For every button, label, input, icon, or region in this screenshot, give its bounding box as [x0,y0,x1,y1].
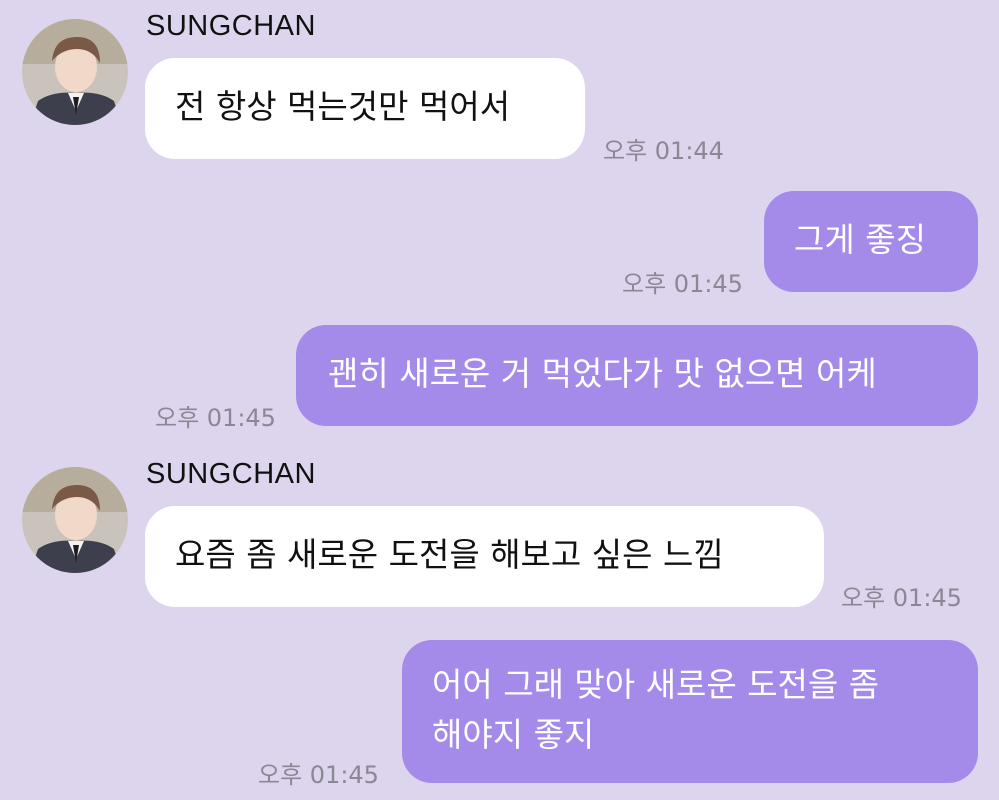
profile-photo [22,467,128,573]
message-text: 요즘 좀 새로운 도전을 해보고 싶은 느낌 [175,535,724,574]
message-text-line: 어어 그래 맞아 새로운 도전을 좀 [432,665,880,704]
message-bubble-incoming[interactable]: 요즘 좀 새로운 도전을 해보고 싶은 느낌 [145,506,824,607]
sender-name: SUNGCHAN [146,458,316,490]
message-text: 괜히 새로운 거 먹었다가 맛 없으면 어케 [328,354,877,393]
message-timestamp: 오후 01:44 [603,137,724,165]
message-text-line: 해야지 좋지 [432,715,595,754]
sender-avatar[interactable] [22,467,128,573]
message-timestamp: 오후 01:45 [622,270,743,298]
message-timestamp: 오후 01:45 [155,404,276,432]
message-text: 전 항상 먹는것만 먹어서 [175,87,511,126]
message-timestamp: 오후 01:45 [841,584,962,612]
chat-thread: SUNGCHAN 전 항상 먹는것만 먹어서 오후 01:44 오후 01:45… [0,0,999,800]
message-bubble-incoming[interactable]: 전 항상 먹는것만 먹어서 [145,58,585,159]
message-bubble-outgoing[interactable]: 그게 좋징 [764,191,978,292]
sender-name: SUNGCHAN [146,10,316,42]
message-text: 그게 좋징 [794,220,926,259]
message-bubble-outgoing[interactable]: 괜히 새로운 거 먹었다가 맛 없으면 어케 [296,325,978,426]
profile-photo [22,19,128,125]
message-bubble-outgoing[interactable]: 어어 그래 맞아 새로운 도전을 좀 해야지 좋지 [402,640,978,783]
message-timestamp: 오후 01:45 [258,761,379,789]
sender-avatar[interactable] [22,19,128,125]
